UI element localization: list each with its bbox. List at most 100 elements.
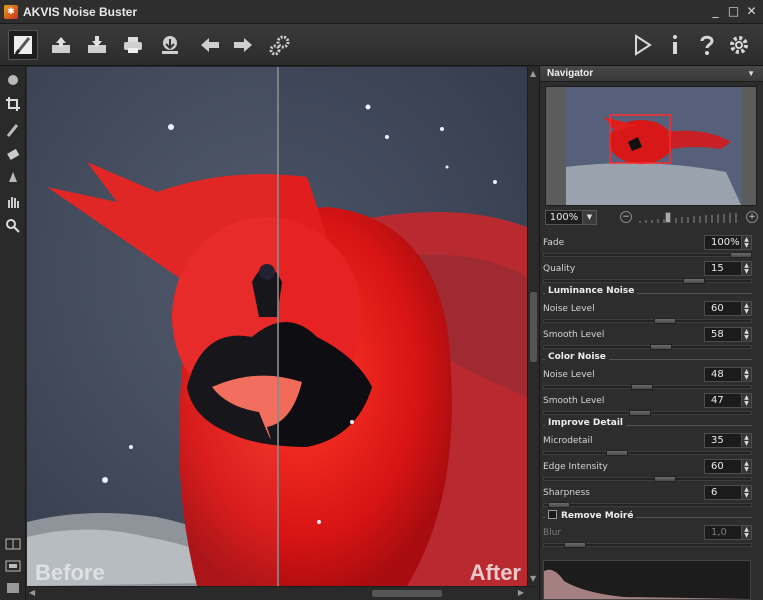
histogram-curve	[544, 569, 750, 599]
color-noise-level-input[interactable]: 48 ▲ ▼	[704, 367, 752, 382]
color-smooth-level-slider[interactable]	[543, 410, 752, 416]
view-compare-button[interactable]	[3, 556, 23, 576]
quality-input[interactable]: 15 ▲ ▼	[704, 261, 752, 276]
luminance-smooth-level-input[interactable]: 58 ▲ ▼	[704, 327, 752, 342]
before-after-divider[interactable]	[277, 67, 279, 586]
slider-knob[interactable]	[631, 384, 653, 390]
navigator-preview[interactable]	[545, 86, 757, 206]
param-value: 60	[711, 461, 724, 472]
spin-arrows-icon[interactable]: ▲ ▼	[741, 302, 751, 315]
brush-tool-button[interactable]	[8, 30, 38, 60]
remove-moire-checkbox-label[interactable]: Remove Moiré	[545, 510, 637, 521]
open-image-button[interactable]	[46, 30, 76, 60]
slider-knob[interactable]	[730, 252, 752, 258]
scroll-up-icon[interactable]: ▲	[530, 69, 536, 79]
run-button[interactable]	[627, 30, 657, 60]
spin-arrows-icon[interactable]: ▲ ▼	[741, 262, 751, 275]
spin-arrows-icon[interactable]: ▲ ▼	[741, 526, 751, 539]
quality-slider[interactable]	[543, 278, 752, 284]
slider-knob[interactable]	[564, 542, 586, 548]
tool-eraser[interactable]	[3, 144, 23, 164]
tool-crop[interactable]	[3, 94, 23, 114]
luminance-noise-level-slider[interactable]	[543, 318, 752, 324]
navigator-header[interactable]: Navigator ▼	[540, 66, 763, 82]
hand-icon	[8, 197, 19, 208]
param-fade: Fade 100% ▲ ▼	[540, 234, 762, 260]
slider-knob[interactable]	[629, 410, 651, 416]
color-smooth-level-input[interactable]: 47 ▲ ▼	[704, 393, 752, 408]
slider-knob[interactable]	[548, 502, 570, 508]
spin-arrows-icon[interactable]: ▲ ▼	[741, 236, 751, 249]
color-noise-level-slider[interactable]	[543, 384, 752, 390]
slider-knob[interactable]	[606, 450, 628, 456]
param-value: 15	[711, 263, 724, 274]
scroll-right-icon[interactable]: ▶	[518, 588, 524, 598]
share-button[interactable]	[155, 30, 185, 60]
fade-slider[interactable]	[543, 252, 752, 258]
group-color-noise: Color Noise	[540, 352, 762, 366]
blur-slider[interactable]	[543, 542, 752, 548]
group-remove-moire[interactable]: Remove Moiré	[540, 510, 762, 524]
vertical-scrollbar[interactable]: ▲ ▼	[527, 67, 538, 586]
close-button[interactable]: ✕	[744, 4, 759, 19]
luminance-smooth-level-slider[interactable]	[543, 344, 752, 350]
dropdown-arrow-icon[interactable]: ▼	[582, 211, 596, 224]
slider-knob[interactable]	[650, 344, 672, 350]
blur-input[interactable]: 1,0 ▲ ▼	[704, 525, 752, 540]
spin-arrows-icon[interactable]: ▲ ▼	[741, 368, 751, 381]
print-button[interactable]	[118, 30, 148, 60]
redo-button[interactable]	[228, 30, 258, 60]
zoom-select[interactable]: 100% ▼	[545, 210, 597, 225]
tool-navigate[interactable]	[3, 70, 23, 90]
gears-icon	[269, 35, 290, 56]
zoom-out-icon[interactable]: −	[620, 211, 632, 223]
spin-arrows-icon[interactable]: ▲ ▼	[741, 328, 751, 341]
microdetail-slider[interactable]	[543, 450, 752, 456]
sharpness-input[interactable]: 6 ▲ ▼	[704, 485, 752, 500]
microdetail-input[interactable]: 35 ▲ ▼	[704, 433, 752, 448]
undo-button[interactable]	[195, 30, 225, 60]
tool-hand[interactable]	[3, 192, 23, 212]
preferences-button[interactable]	[724, 30, 754, 60]
spin-arrows-icon[interactable]: ▲ ▼	[741, 460, 751, 473]
fade-input[interactable]: 100% ▲ ▼	[704, 235, 752, 250]
zoom-slider[interactable]	[638, 212, 740, 223]
tool-history-brush[interactable]	[3, 168, 23, 188]
scroll-left-icon[interactable]: ◀	[29, 588, 35, 598]
remove-moire-checkbox[interactable]	[548, 510, 557, 519]
spin-arrows-icon[interactable]: ▲ ▼	[741, 434, 751, 447]
slider-knob[interactable]	[654, 476, 676, 482]
param-value: 48	[711, 369, 724, 380]
maximize-button[interactable]: □	[726, 4, 741, 19]
slider-knob[interactable]	[683, 278, 705, 284]
save-image-button[interactable]	[82, 30, 112, 60]
tool-brush[interactable]	[3, 120, 23, 140]
minimize-button[interactable]: _	[708, 4, 723, 19]
play-icon	[635, 34, 652, 56]
param-value: 47	[711, 395, 724, 406]
slider-knob[interactable]	[654, 318, 676, 324]
edge-intensity-slider[interactable]	[543, 476, 752, 482]
batch-settings-button[interactable]	[265, 30, 295, 60]
param-label: Fade	[543, 238, 565, 248]
view-single-button[interactable]	[3, 578, 23, 598]
horizontal-scroll-thumb[interactable]	[372, 590, 442, 597]
zoom-in-icon[interactable]: +	[746, 211, 758, 223]
zoom-slider-knob[interactable]	[665, 212, 671, 223]
spin-arrows-icon[interactable]: ▲ ▼	[741, 486, 751, 499]
info-button[interactable]	[660, 30, 690, 60]
sharpness-slider[interactable]	[543, 502, 752, 508]
collapse-caret-icon[interactable]: ▼	[747, 66, 755, 82]
vertical-scroll-thumb[interactable]	[530, 292, 537, 362]
image-canvas[interactable]: Before After	[27, 67, 527, 586]
spin-arrows-icon[interactable]: ▲ ▼	[741, 394, 751, 407]
scroll-down-icon[interactable]: ▼	[530, 574, 536, 584]
horizontal-scrollbar[interactable]: ◀ ▶	[27, 586, 538, 600]
help-button[interactable]	[692, 30, 722, 60]
luminance-noise-level-input[interactable]: 60 ▲ ▼	[704, 301, 752, 316]
group-improve-detail: Improve Detail	[540, 418, 762, 432]
view-split-button[interactable]	[3, 534, 23, 554]
param-label: Edge Intensity	[543, 462, 608, 472]
edge-intensity-input[interactable]: 60 ▲ ▼	[704, 459, 752, 474]
tool-zoom[interactable]	[3, 216, 23, 236]
